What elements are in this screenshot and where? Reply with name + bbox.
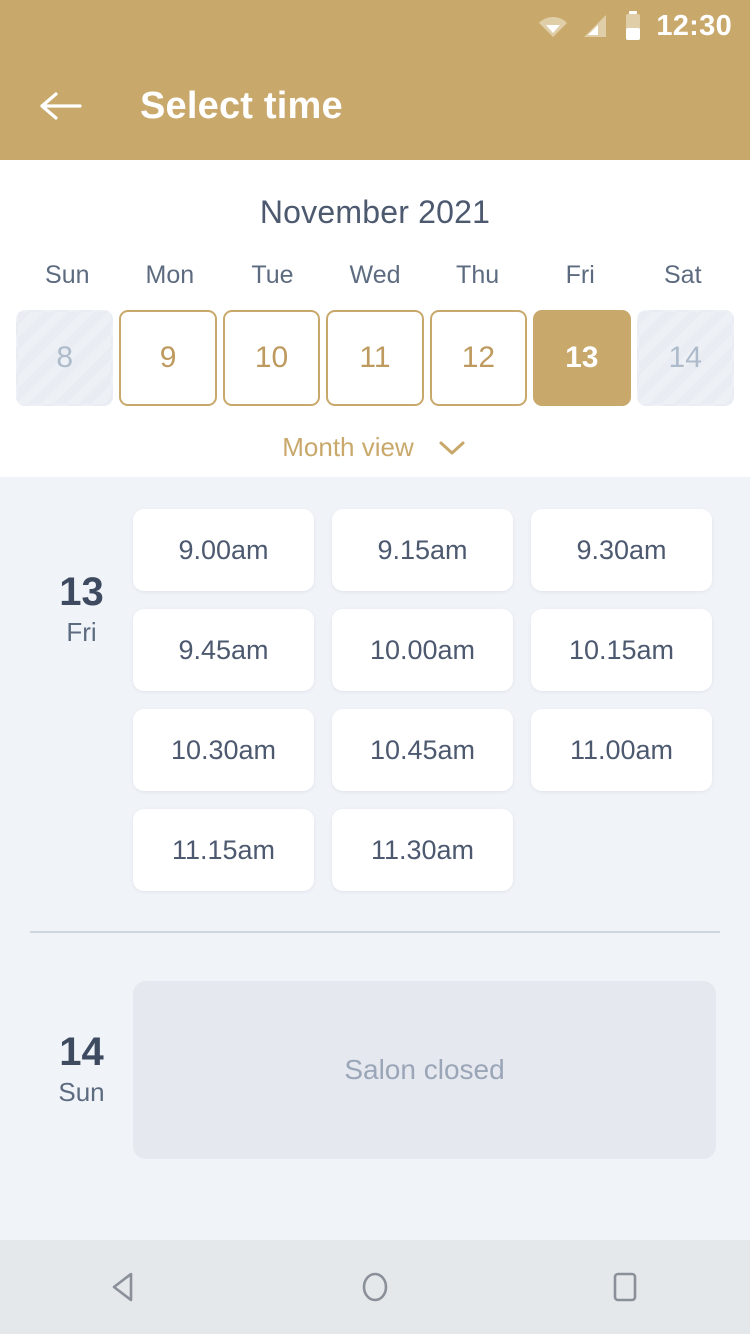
weekday-label-thu: Thu bbox=[456, 261, 500, 289]
time-slot[interactable]: 10.15am bbox=[531, 609, 712, 691]
schedule-day-number: 13 bbox=[59, 570, 104, 614]
weekday-label-sun: Sun bbox=[45, 261, 90, 289]
time-slot[interactable]: 9.45am bbox=[133, 609, 314, 691]
month-view-label: Month view bbox=[282, 432, 414, 462]
time-slot[interactable]: 10.30am bbox=[133, 709, 314, 791]
nav-recents-button[interactable] bbox=[565, 1240, 685, 1334]
wifi-icon bbox=[538, 14, 568, 38]
day-cell-13[interactable]: 13 bbox=[533, 310, 631, 406]
salon-closed-card: Salon closed bbox=[133, 981, 716, 1159]
weekday-label-sat: Sat bbox=[663, 261, 702, 289]
nav-home-icon bbox=[362, 1272, 388, 1302]
chevron-down-icon bbox=[439, 441, 465, 454]
schedule-day-dow: Fri bbox=[66, 617, 97, 647]
weekday-header: Sun Mon Tue Wed Thu Fri Sat bbox=[0, 261, 750, 290]
schedule-day-14: 14 Sun Salon closed bbox=[0, 933, 750, 1159]
calendar-panel: November 2021 Sun Mon Tue Wed Thu Fri Sa… bbox=[0, 160, 750, 477]
month-title: November 2021 bbox=[259, 194, 491, 230]
status-time: 12:30 bbox=[656, 9, 732, 42]
nav-recents-icon bbox=[613, 1272, 637, 1302]
page-title: Select time bbox=[140, 84, 343, 127]
time-slot[interactable]: 10.45am bbox=[332, 709, 513, 791]
android-nav-bar bbox=[0, 1240, 750, 1334]
back-button[interactable] bbox=[22, 68, 98, 144]
time-slot[interactable]: 11.00am bbox=[531, 709, 712, 791]
time-slot[interactable]: 11.30am bbox=[332, 809, 513, 891]
back-arrow-icon bbox=[40, 92, 82, 120]
time-slot-grid: 9.00am 9.15am 9.30am 9.45am 10.00am 10.1… bbox=[133, 509, 750, 891]
time-slot[interactable]: 9.30am bbox=[531, 509, 712, 591]
day-cell-8: 8 bbox=[16, 310, 114, 406]
schedule-day-label-14: 14 Sun bbox=[30, 981, 133, 1159]
day-cell-9[interactable]: 9 bbox=[119, 310, 217, 406]
time-slot[interactable]: 10.00am bbox=[332, 609, 513, 691]
battery-icon bbox=[624, 11, 642, 41]
time-slot[interactable]: 9.00am bbox=[133, 509, 314, 591]
month-view-toggle[interactable]: Month view bbox=[0, 432, 750, 463]
phone-screen: 12:30 Select time November 2021 Sun Mon … bbox=[0, 0, 750, 1334]
day-cell-10[interactable]: 10 bbox=[222, 310, 321, 406]
status-bar: 12:30 bbox=[0, 0, 750, 52]
nav-back-icon bbox=[112, 1272, 133, 1302]
schedule-list: 13 Fri 9.00am 9.15am 9.30am 9.45am 10.00… bbox=[0, 477, 750, 1240]
day-cell-11[interactable]: 11 bbox=[326, 310, 424, 406]
day-cell-12[interactable]: 12 bbox=[429, 310, 528, 406]
weekday-label-fri: Fri bbox=[565, 261, 595, 289]
weekday-label-wed: Wed bbox=[349, 261, 401, 289]
schedule-day-13: 13 Fri 9.00am 9.15am 9.30am 9.45am 10.00… bbox=[0, 477, 750, 891]
weekday-label-mon: Mon bbox=[145, 261, 195, 289]
weekday-label-tue: Tue bbox=[251, 261, 294, 289]
schedule-day-label-13: 13 Fri bbox=[30, 509, 133, 891]
schedule-day-dow: Sun bbox=[58, 1077, 105, 1107]
app-bar: Select time bbox=[0, 52, 750, 160]
calendar-week-row: 8 9 10 11 12 13 14 bbox=[0, 310, 750, 406]
nav-back-button[interactable] bbox=[65, 1240, 185, 1334]
time-slot[interactable]: 9.15am bbox=[332, 509, 513, 591]
signal-icon bbox=[582, 13, 610, 39]
nav-home-button[interactable] bbox=[315, 1240, 435, 1334]
schedule-day-number: 14 bbox=[59, 1030, 104, 1074]
time-slot[interactable]: 11.15am bbox=[133, 809, 314, 891]
day-cell-14: 14 bbox=[636, 310, 734, 406]
